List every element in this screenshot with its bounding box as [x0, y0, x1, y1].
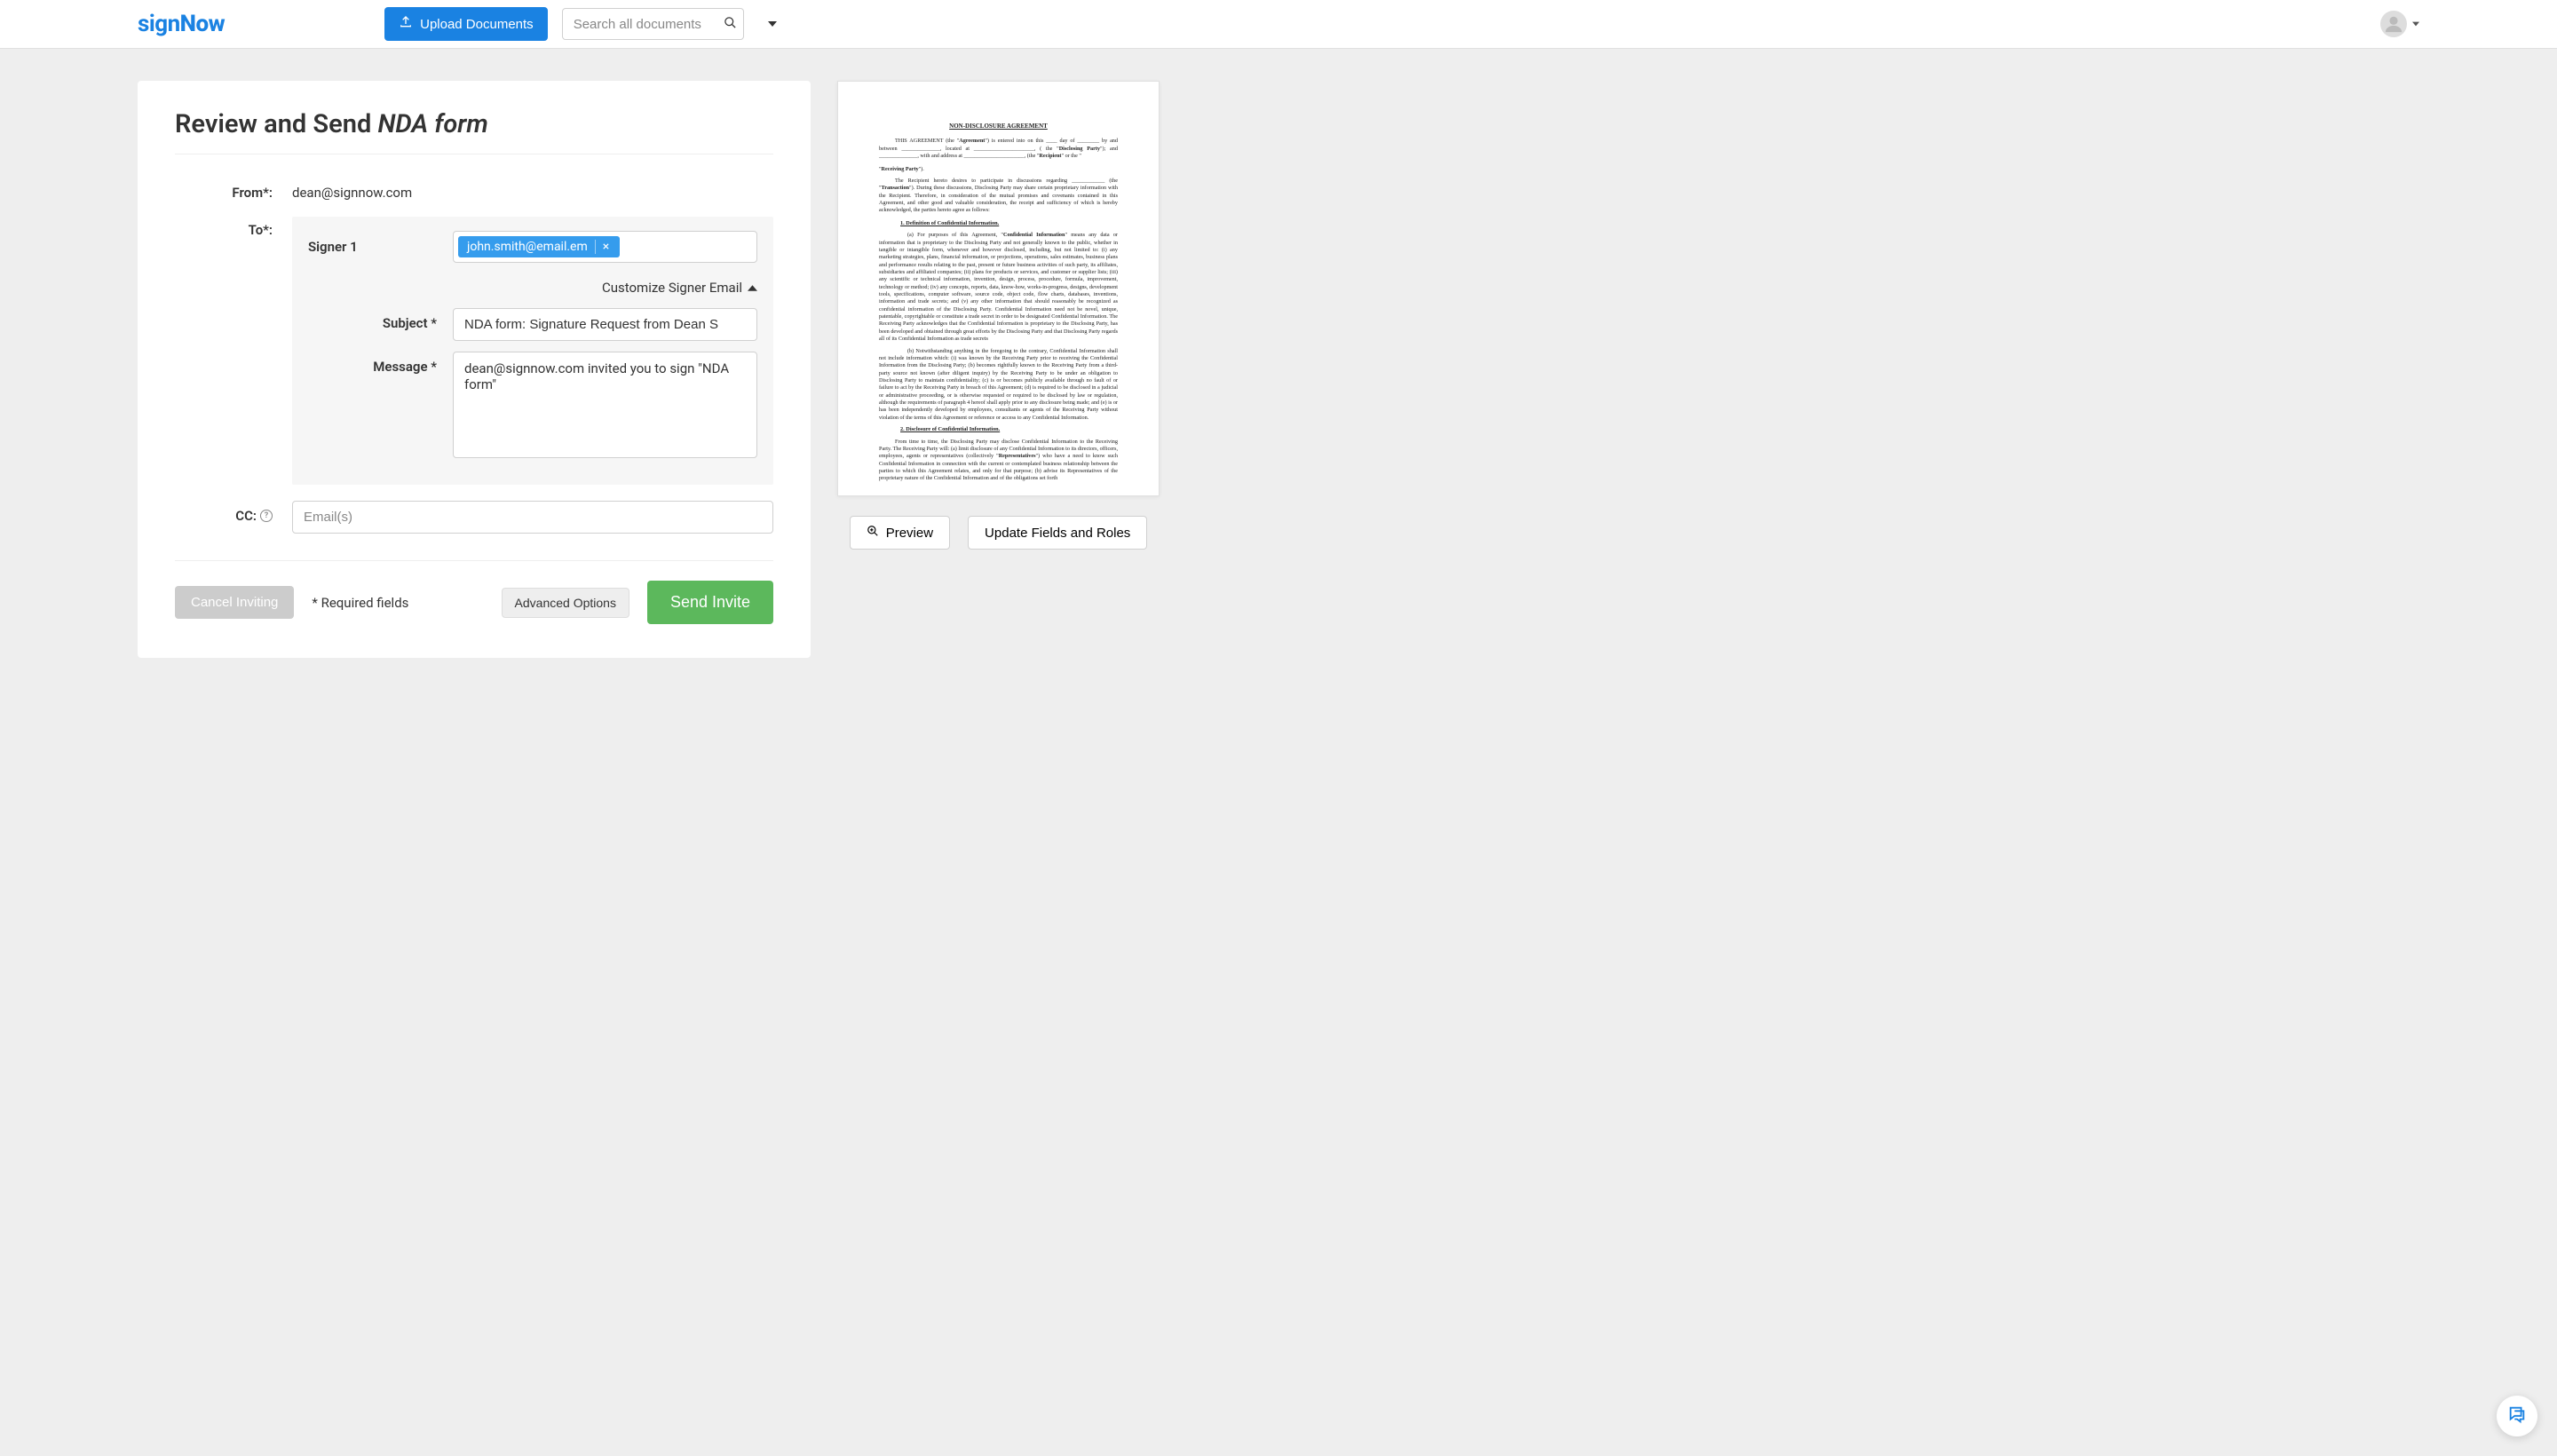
- page-wrap: Review and Send NDA form From*: dean@sig…: [0, 49, 2557, 690]
- subject-label: Subject *: [308, 308, 437, 331]
- signer-row: Signer 1 john.smith@email.em ×: [308, 231, 757, 263]
- subject-input[interactable]: [453, 308, 757, 341]
- cc-label: CC:: [235, 508, 257, 524]
- search-icon[interactable]: [724, 16, 737, 32]
- main-card: Review and Send NDA form From*: dean@sig…: [138, 81, 811, 658]
- logo-now: Now: [180, 11, 225, 37]
- preview-label: Preview: [886, 526, 933, 541]
- email-chip: john.smith@email.em ×: [458, 236, 620, 257]
- chevron-up-icon: [748, 283, 757, 293]
- subject-row: Subject *: [308, 308, 757, 341]
- from-value: dean@signnow.com: [292, 179, 773, 201]
- update-fields-button[interactable]: Update Fields and Roles: [968, 516, 1147, 550]
- signer-label: Signer 1: [308, 239, 437, 255]
- to-label: To*:: [175, 217, 292, 238]
- doc-s1: 1. Definition of Confidential Informatio…: [879, 220, 1118, 228]
- chat-icon: [2507, 1405, 2527, 1428]
- top-bar: signNow Upload Documents: [0, 0, 2557, 49]
- page-title: Review and Send NDA form: [175, 109, 773, 139]
- doc-p1b: "Receiving Party").: [879, 166, 1118, 173]
- zoom-in-icon: [867, 525, 879, 541]
- user-menu[interactable]: [2380, 11, 2419, 37]
- doc-p3: (a) For purposes of this Agreement, "Con…: [879, 232, 1118, 343]
- title-prefix: Review and Send: [175, 109, 377, 139]
- search-dropdown-toggle[interactable]: [762, 8, 783, 40]
- logo[interactable]: signNow: [138, 11, 225, 37]
- send-invite-button[interactable]: Send Invite: [647, 581, 773, 624]
- customize-signer-email-toggle[interactable]: Customize Signer Email: [602, 280, 757, 296]
- title-doc-name: NDA form: [377, 109, 487, 139]
- cc-row: CC: ?: [175, 501, 773, 534]
- divider-2: [175, 560, 773, 561]
- customize-label: Customize Signer Email: [602, 280, 742, 296]
- message-textarea[interactable]: dean@signnow.com invited you to sign "ND…: [453, 352, 757, 458]
- doc-p1: THIS AGREEMENT (the "Agreement") is ente…: [879, 138, 1118, 160]
- footer-row: Cancel Inviting * Required fields Advanc…: [175, 581, 773, 624]
- email-chip-text: john.smith@email.em: [467, 240, 596, 254]
- preview-actions: Preview Update Fields and Roles: [850, 516, 1148, 550]
- upload-label: Upload Documents: [420, 17, 534, 32]
- message-row: Message * dean@signnow.com invited you t…: [308, 352, 757, 458]
- cc-label-wrap: CC: ?: [175, 501, 292, 524]
- remove-chip-icon[interactable]: ×: [596, 240, 614, 254]
- required-note: * Required fields: [312, 595, 408, 611]
- from-row: From*: dean@signnow.com: [175, 179, 773, 201]
- signer-block: Signer 1 john.smith@email.em × Customize…: [292, 217, 773, 485]
- to-row: To*: Signer 1 john.smith@email.em × Cust…: [175, 217, 773, 485]
- doc-s2: 2. Disclosure of Confidential Informatio…: [879, 426, 1118, 434]
- message-label: Message *: [308, 352, 437, 375]
- header-center: Upload Documents: [384, 7, 783, 41]
- cc-input[interactable]: [292, 501, 773, 534]
- avatar-icon: [2380, 11, 2407, 37]
- search-wrap: [562, 8, 744, 40]
- logo-sign: sign: [138, 11, 180, 37]
- right-column: NON-DISCLOSURE AGREEMENT THIS AGREEMENT …: [837, 81, 1160, 550]
- search-input[interactable]: [562, 8, 744, 40]
- doc-title: NON-DISCLOSURE AGREEMENT: [879, 123, 1118, 131]
- upload-documents-button[interactable]: Upload Documents: [384, 7, 548, 41]
- customize-row: Customize Signer Email: [308, 279, 757, 296]
- doc-p2: The Recipient hereto desires to particip…: [879, 178, 1118, 215]
- footer-right: Advanced Options Send Invite: [502, 581, 773, 624]
- doc-p4: (b) Notwithstanding anything in the fore…: [879, 348, 1118, 423]
- preview-button[interactable]: Preview: [850, 516, 950, 550]
- upload-icon: [399, 15, 413, 33]
- chevron-down-icon: [2412, 20, 2419, 28]
- from-label: From*:: [175, 179, 292, 201]
- doc-p5: From time to time, the Disclosing Party …: [879, 439, 1118, 483]
- document-thumbnail[interactable]: NON-DISCLOSURE AGREEMENT THIS AGREEMENT …: [837, 81, 1160, 496]
- chat-widget-button[interactable]: [2497, 1396, 2537, 1436]
- advanced-options-button[interactable]: Advanced Options: [502, 588, 629, 618]
- signer-email-input[interactable]: john.smith@email.em ×: [453, 231, 757, 263]
- help-icon[interactable]: ?: [260, 510, 273, 522]
- cancel-inviting-button[interactable]: Cancel Inviting: [175, 586, 294, 619]
